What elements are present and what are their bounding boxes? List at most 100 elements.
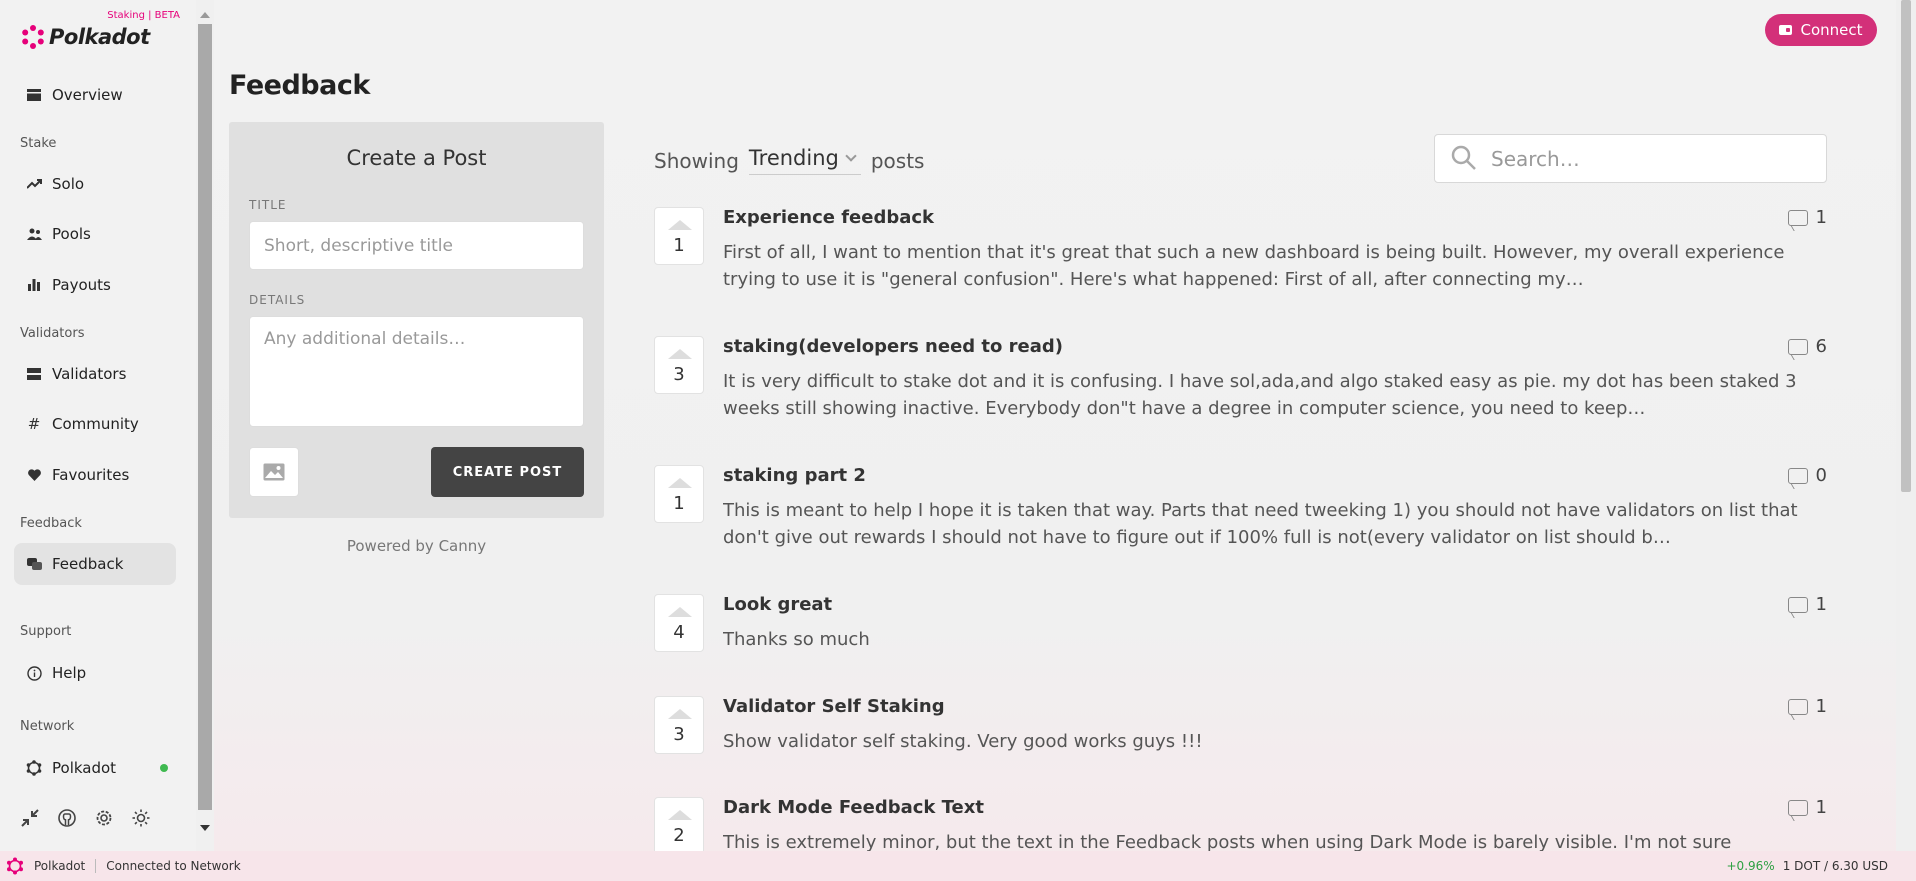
polkadot-network-icon: [25, 759, 43, 777]
scroll-down-icon[interactable]: [200, 825, 210, 831]
wallet-icon: [1779, 25, 1793, 35]
comment-icon: [1787, 338, 1808, 355]
sort-select[interactable]: Trending: [748, 146, 861, 175]
sidebar-item-label: Pools: [52, 225, 91, 243]
sidebar-item-solo[interactable]: Solo: [14, 163, 176, 205]
collapse-icon[interactable]: [18, 806, 42, 830]
post-title[interactable]: staking(developers need to read): [723, 336, 1063, 357]
sidebar-item-label: Community: [52, 415, 139, 433]
sidebar-item-network[interactable]: Polkadot: [14, 747, 176, 789]
sidebar-item-label: Favourites: [52, 466, 130, 484]
sidebar-scrollbar[interactable]: [196, 0, 214, 851]
comment-count[interactable]: 1: [1787, 797, 1827, 818]
comment-count-value: 0: [1815, 465, 1827, 486]
sidebar-item-label: Help: [52, 664, 87, 682]
connect-button[interactable]: Connect: [1765, 14, 1877, 46]
post-title[interactable]: Look great: [723, 594, 832, 615]
post-body: Show validator self staking. Very good w…: [723, 728, 1803, 755]
details-input[interactable]: [249, 316, 584, 427]
github-icon[interactable]: [55, 806, 79, 830]
upvote-arrow-icon: [668, 349, 692, 359]
sidebar-item-label: Payouts: [52, 276, 111, 294]
price-value: 1 DOT / 6.30 USD: [1782, 859, 1888, 873]
search-box[interactable]: [1434, 134, 1827, 183]
price-change: +0.96%: [1726, 859, 1775, 873]
bar-chart-icon: [25, 276, 43, 294]
comment-icon: [1787, 799, 1808, 816]
comment-icon: [1787, 467, 1808, 484]
sidebar-item-label: Overview: [52, 86, 123, 104]
settings-icon[interactable]: [92, 806, 116, 830]
upvote-button[interactable]: 2: [654, 797, 704, 851]
upvote-button[interactable]: 3: [654, 336, 704, 394]
powered-by-canny[interactable]: Powered by Canny: [229, 537, 604, 555]
post-body-text: Thanks so much: [723, 629, 870, 650]
sidebar-item-help[interactable]: Help: [14, 652, 176, 694]
comment-count[interactable]: 6: [1787, 336, 1827, 357]
page-title: Feedback: [229, 70, 370, 101]
sidebar-item-label: Feedback: [52, 555, 124, 573]
sidebar: Staking | BETA Polkadot Overview Stake S…: [0, 0, 196, 851]
sidebar-item-label: Polkadot: [52, 759, 117, 777]
create-post-title: Create a Post: [346, 146, 487, 170]
sidebar-item-feedback[interactable]: Feedback: [14, 543, 176, 585]
theme-icon[interactable]: [129, 806, 153, 830]
post-title[interactable]: Experience feedback: [723, 207, 934, 228]
sidebar-scrollbar-thumb[interactable]: [198, 24, 212, 810]
comment-count[interactable]: 0: [1787, 465, 1827, 486]
upvote-arrow-icon: [668, 478, 692, 488]
comment-count-value: 1: [1815, 696, 1827, 717]
logo-row: Polkadot: [20, 24, 150, 50]
sort-value: Trending: [748, 146, 839, 170]
upvote-button[interactable]: 3: [654, 696, 704, 754]
sidebar-tools: [18, 806, 153, 830]
post-title[interactable]: Validator Self Staking: [723, 696, 945, 717]
create-post-panel: Create a Post TITLE DETAILS CREATE POST: [229, 122, 604, 518]
create-post-button[interactable]: CREATE POST: [431, 447, 584, 497]
comment-count-value: 1: [1815, 797, 1827, 818]
comment-icon: [1787, 698, 1808, 715]
sidebar-item-payouts[interactable]: Payouts: [14, 264, 176, 306]
post-title[interactable]: staking part 2: [723, 465, 866, 486]
upvote-arrow-icon: [668, 709, 692, 719]
post-body-text: First of all, I want to mention that it'…: [723, 242, 1785, 290]
title-input[interactable]: [249, 221, 584, 270]
trending-up-icon: [25, 175, 43, 193]
info-icon: [25, 664, 43, 682]
comment-count[interactable]: 1: [1787, 594, 1827, 615]
chat-bubbles-icon: [25, 555, 43, 573]
upvote-button[interactable]: 4: [654, 594, 704, 652]
sidebar-item-validators[interactable]: Validators: [14, 353, 176, 395]
showing-label: Showing: [654, 148, 739, 173]
sidebar-item-community[interactable]: # Community: [14, 403, 176, 445]
upvote-button[interactable]: 1: [654, 465, 704, 523]
connect-label: Connect: [1800, 21, 1863, 39]
page-scrollbar-thumb[interactable]: [1901, 0, 1911, 492]
vote-count: 3: [673, 724, 685, 745]
status-bar: Polkadot Connected to Network +0.96% 1 D…: [0, 851, 1916, 881]
status-connection: Connected to Network: [106, 859, 241, 873]
logo-text: Polkadot: [49, 25, 150, 49]
upvote-button[interactable]: 1: [654, 207, 704, 265]
post-title[interactable]: Dark Mode Feedback Text: [723, 797, 984, 818]
status-network: Polkadot: [34, 859, 97, 873]
attach-image-button[interactable]: [249, 447, 299, 497]
nav-section-stake: Stake: [20, 136, 57, 151]
comment-count[interactable]: 1: [1787, 696, 1827, 717]
sidebar-item-overview[interactable]: Overview: [14, 74, 176, 116]
sidebar-item-pools[interactable]: Pools: [14, 213, 176, 255]
comment-count[interactable]: 1: [1787, 207, 1827, 228]
scroll-up-icon[interactable]: [200, 12, 210, 18]
users-icon: [25, 225, 43, 243]
network-status-dot: [160, 764, 168, 772]
price-ticker: +0.96% 1 DOT / 6.30 USD: [1727, 859, 1889, 873]
vote-count: 1: [673, 235, 685, 256]
post-item[interactable]: 2 Dark Mode Feedback Text This is extrem…: [654, 797, 1827, 851]
post-body-text: It is very difficult to stake dot and it…: [723, 371, 1797, 419]
post-body: Thanks so much: [723, 626, 1803, 653]
upvote-arrow-icon: [668, 607, 692, 617]
search-input[interactable]: [1491, 146, 1811, 171]
logo[interactable]: Staking | BETA Polkadot: [20, 10, 180, 54]
page-scrollbar[interactable]: [1896, 0, 1916, 851]
sidebar-item-favourites[interactable]: Favourites: [14, 454, 176, 496]
